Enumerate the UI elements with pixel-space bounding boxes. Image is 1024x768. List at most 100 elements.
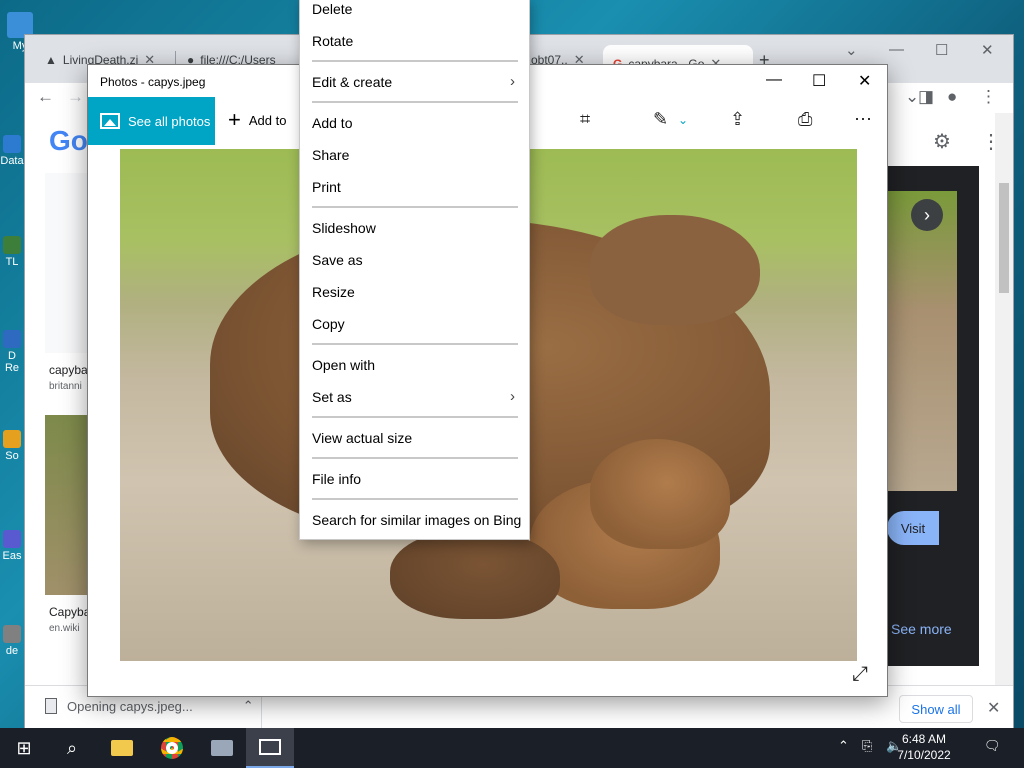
baby-capybara [590, 439, 730, 549]
forward-icon[interactable]: → [67, 87, 84, 107]
more-options-icon[interactable]: ⋯ [854, 109, 872, 130]
folder-icon [111, 740, 133, 756]
menu-item-rotate[interactable]: Rotate [312, 33, 353, 49]
share-icon[interactable]: ⇪ [730, 109, 745, 130]
chevron-down-icon[interactable]: ⌄ [678, 113, 688, 127]
download-item[interactable]: Opening capys.jpeg... ⌃ [45, 698, 254, 714]
start-button[interactable]: ⊞ [0, 728, 48, 768]
settings-gear-icon[interactable]: ⚙ [933, 129, 951, 154]
see-all-photos-button[interactable]: See all photos [88, 97, 215, 145]
file-icon: ▲ [45, 53, 57, 67]
chevron-up-icon[interactable]: ⌃ [243, 698, 254, 714]
menu-divider [312, 457, 518, 459]
side-panel-icon[interactable]: ◨ [918, 87, 934, 107]
shortcut-icon [3, 625, 21, 643]
search-button[interactable]: ⌕ [48, 728, 96, 768]
menu-item-open-with[interactable]: Open with [312, 357, 375, 373]
menu-item-share[interactable]: Share [312, 147, 349, 163]
maximize-button[interactable]: ☐ [812, 71, 826, 91]
chevron-right-icon: › [510, 73, 515, 90]
taskbar-app[interactable] [198, 728, 246, 768]
show-all-button[interactable]: Show all [899, 695, 973, 723]
result-title[interactable]: Capyba [49, 605, 90, 619]
shortcut-icon [3, 330, 21, 348]
window-icon [211, 740, 233, 756]
baby-capybara [390, 529, 560, 619]
menu-item-view-actual-size[interactable]: View actual size [312, 430, 412, 446]
print-icon[interactable]: ⎙ [798, 109, 812, 130]
menu-divider [312, 343, 518, 345]
menu-item-search-bing[interactable]: Search for similar images on Bing [312, 512, 521, 528]
taskbar-chrome[interactable] [148, 728, 196, 768]
chevron-down-icon[interactable]: ⌄ [845, 41, 858, 59]
google-logo[interactable]: Go [49, 125, 88, 157]
menu-item-resize[interactable]: Resize [312, 284, 355, 300]
desktop-icon-de[interactable]: de [0, 625, 24, 657]
menu-divider [312, 101, 518, 103]
minimize-button[interactable]: — [889, 41, 904, 58]
taskbar: ⊞ ⌕ ⌃ ⎘ 🔈 6:48 AM 7/10/2022 🗨 [0, 728, 1024, 768]
system-clock[interactable]: 6:48 AM 7/10/2022 [884, 731, 964, 763]
chevron-up-icon[interactable]: ⌃ [838, 738, 849, 754]
close-button[interactable]: ✕ [858, 71, 871, 91]
window-title: Photos - capys.jpeg [100, 75, 206, 89]
image-icon [100, 113, 120, 129]
menu-item-set-as[interactable]: Set as [312, 389, 352, 405]
maximize-button[interactable]: ☐ [935, 41, 948, 59]
desktop-icon-eas[interactable]: Eas [0, 530, 24, 562]
minimize-button[interactable]: — [766, 71, 782, 89]
chevron-right-icon: › [510, 388, 515, 405]
desktop-icon-tl[interactable]: TL [0, 236, 24, 268]
taskbar-photos[interactable] [246, 728, 294, 768]
preview-pane: › [887, 166, 979, 666]
scrollbar-thumb[interactable] [999, 183, 1009, 293]
menu-divider [312, 498, 518, 500]
menu-item-delete[interactable]: Delete [312, 1, 352, 17]
menu-item-slideshow[interactable]: Slideshow [312, 220, 376, 236]
network-icon[interactable]: ⎘ [862, 738, 872, 754]
windows-icon: ⊞ [16, 737, 32, 758]
add-to-button[interactable]: + Add to [228, 109, 286, 131]
edit-icon[interactable]: ✎ [653, 109, 668, 130]
menu-divider [312, 206, 518, 208]
photos-icon [259, 739, 281, 755]
desktop-icon-d-re[interactable]: D Re [0, 330, 24, 374]
chrome-icon [161, 737, 183, 759]
result-thumbnail[interactable] [45, 173, 89, 353]
taskbar-file-explorer[interactable] [98, 728, 146, 768]
result-thumbnail[interactable] [45, 415, 89, 595]
notification-icon[interactable]: 🗨 [984, 738, 1001, 754]
menu-divider [312, 60, 518, 62]
vertical-scrollbar[interactable] [995, 113, 1013, 685]
see-more-link[interactable]: See more [891, 621, 952, 637]
search-icon: ⌕ [66, 737, 78, 758]
crop-icon[interactable]: ⌗ [580, 109, 590, 130]
capybara-head [590, 215, 760, 325]
close-icon[interactable]: ✕ [987, 698, 1000, 718]
menu-item-save-as[interactable]: Save as [312, 252, 363, 268]
next-arrow-icon[interactable]: › [911, 199, 943, 231]
expand-icon[interactable]: ⤢ [852, 663, 868, 686]
result-source: britanni [49, 381, 82, 392]
context-menu: Delete Rotate Edit & create › Add to Sha… [299, 0, 530, 540]
profile-icon[interactable]: ● [947, 87, 957, 107]
desktop-icon-data[interactable]: Data [0, 135, 24, 167]
menu-item-add-to[interactable]: Add to [312, 115, 352, 131]
shortcut-icon [3, 530, 21, 548]
desktop-icon-so[interactable]: So [0, 430, 24, 462]
shortcut-icon [3, 236, 21, 254]
visit-button[interactable]: Visit [887, 511, 939, 545]
back-icon[interactable]: ← [37, 87, 54, 107]
menu-item-file-info[interactable]: File info [312, 471, 361, 487]
file-icon [45, 698, 57, 714]
menu-icon[interactable]: ⋮ [980, 87, 997, 107]
menu-item-print[interactable]: Print [312, 179, 341, 195]
preview-image[interactable] [887, 191, 957, 491]
menu-divider [312, 416, 518, 418]
shortcut-icon [3, 135, 21, 153]
close-button[interactable]: ✕ [981, 41, 994, 59]
menu-item-copy[interactable]: Copy [312, 316, 345, 332]
result-title[interactable]: capyba [49, 363, 88, 377]
shortcut-icon [3, 430, 21, 448]
menu-item-edit-create[interactable]: Edit & create [312, 74, 392, 90]
